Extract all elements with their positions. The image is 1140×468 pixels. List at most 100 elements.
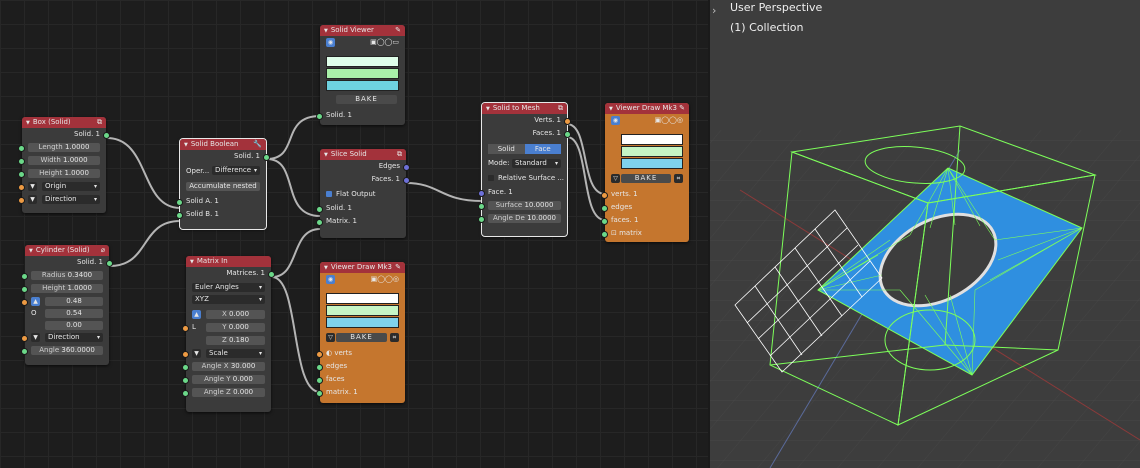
operation-dropdown[interactable]: Difference <box>212 166 260 175</box>
input-socket[interactable] <box>316 219 323 226</box>
relative-surface-checkbox[interactable] <box>488 175 494 181</box>
up-icon[interactable]: ▲ <box>31 296 40 306</box>
input-socket[interactable] <box>182 364 189 371</box>
rotation-order-dropdown[interactable]: XYZ <box>192 295 265 304</box>
node-header[interactable]: ▼ Slice Solid ⧉ <box>320 149 406 160</box>
angle-y-field[interactable]: Angle Y 0.000 <box>192 375 265 384</box>
input-socket[interactable] <box>316 390 323 397</box>
location-y-field[interactable]: Y 0.000 <box>206 323 265 332</box>
node-header[interactable]: ▼ Cylinder (Solid) ⌀ <box>25 245 109 256</box>
angle-x-field[interactable]: Angle X 30.000 <box>192 362 265 371</box>
node-cylinder-solid[interactable]: ▼ Cylinder (Solid) ⌀ Solid. 1 Radius 0.340… <box>21 245 113 365</box>
node-header[interactable]: ▼ Viewer Draw Mk3 ✎ <box>320 262 405 273</box>
location-z-field[interactable]: Z 0.180 <box>206 336 265 345</box>
angle-z-field[interactable]: Angle Z 0.000 <box>192 388 265 397</box>
input-socket[interactable] <box>182 377 189 384</box>
mode-dropdown[interactable]: Standard <box>512 159 561 168</box>
vertex-color-swatch[interactable] <box>326 56 399 67</box>
input-socket[interactable] <box>601 218 608 225</box>
display-mode-icons[interactable]: ▣◯◯◎ <box>655 114 683 127</box>
output-socket[interactable] <box>564 118 571 125</box>
face-color-swatch[interactable] <box>326 317 399 328</box>
eye-icon[interactable]: ◉ <box>611 115 620 125</box>
input-socket[interactable] <box>18 184 25 191</box>
display-mode-icons[interactable]: ▣◯◯◎ <box>371 273 399 286</box>
down-icon[interactable]: ▼ <box>28 181 37 191</box>
output-socket[interactable] <box>103 132 110 139</box>
input-socket[interactable] <box>21 299 28 306</box>
bake-button[interactable]: BAKE <box>621 174 671 183</box>
input-socket[interactable] <box>21 273 28 280</box>
triangle-icon[interactable]: ▽ <box>326 333 335 342</box>
node-editor[interactable]: ▼ Box (Solid) ⧉ Solid. 1 Length 1.0000 Wid… <box>0 0 710 468</box>
vertex-color-swatch[interactable] <box>621 134 683 145</box>
input-socket[interactable] <box>18 171 25 178</box>
node-header[interactable]: ▼ Matrix In <box>186 256 271 267</box>
vector-z-field[interactable]: 0.00 <box>45 321 103 330</box>
node-matrix-in[interactable]: ▼Matrix In Matrices. 1 Euler Angles XYZ … <box>182 256 275 412</box>
input-socket[interactable] <box>478 190 485 197</box>
down-icon[interactable]: ▼ <box>192 348 201 358</box>
height-field[interactable]: Height 1.0000 <box>31 284 103 293</box>
output-socket[interactable] <box>403 177 410 184</box>
face-mode-tab[interactable]: Face <box>524 144 561 154</box>
node-header[interactable]: ▼ Solid to Mesh ⧉ <box>482 103 567 114</box>
origin-dropdown[interactable]: Origin <box>42 182 100 191</box>
display-mode-icons[interactable]: ▣◯◯▭ <box>370 36 399 49</box>
input-socket[interactable] <box>478 203 485 210</box>
flat-output-checkbox[interactable] <box>326 191 332 197</box>
node-viewer-draw-right[interactable]: ▼ Viewer Draw Mk3 ✎ ◉ ▣◯◯◎ BAKE ▽ ⌗ verts. … <box>601 103 689 242</box>
input-socket[interactable] <box>18 197 25 204</box>
frame-icon[interactable]: ⌗ <box>390 333 399 342</box>
input-socket[interactable] <box>601 192 608 199</box>
output-socket[interactable] <box>403 164 410 171</box>
edge-color-swatch[interactable] <box>621 146 683 157</box>
input-socket[interactable] <box>316 113 323 120</box>
frame-icon[interactable]: ⌗ <box>674 174 683 183</box>
input-socket[interactable] <box>316 351 323 358</box>
input-socket[interactable] <box>316 377 323 384</box>
output-socket[interactable] <box>106 260 113 267</box>
input-socket[interactable] <box>18 158 25 165</box>
face-color-swatch[interactable] <box>326 80 399 91</box>
output-socket[interactable] <box>564 131 571 138</box>
vector-y-field[interactable]: 0.54 <box>45 309 103 318</box>
location-x-field[interactable]: X 0.000 <box>206 310 265 319</box>
input-socket[interactable] <box>21 286 28 293</box>
3d-viewport[interactable]: › User Perspective (1) Collection <box>710 0 1140 468</box>
node-box-solid[interactable]: ▼ Box (Solid) ⧉ Solid. 1 Length 1.0000 Wid… <box>18 117 110 213</box>
input-socket[interactable] <box>176 212 183 219</box>
down-icon[interactable]: ▼ <box>31 332 40 342</box>
input-socket[interactable] <box>18 145 25 152</box>
eye-icon[interactable]: ◉ <box>326 37 335 47</box>
edge-color-swatch[interactable] <box>326 305 399 316</box>
solid-mode-tab[interactable]: Solid <box>488 144 525 154</box>
node-viewer-draw-bottom[interactable]: ▼ Viewer Draw Mk3 ✎ ◉ ▣◯◯◎ BAKE ▽ ⌗ ◐ verts… <box>316 262 405 403</box>
input-socket[interactable] <box>21 335 28 342</box>
input-socket[interactable] <box>182 351 189 358</box>
output-socket[interactable] <box>268 271 275 278</box>
face-color-swatch[interactable] <box>621 158 683 169</box>
edge-color-swatch[interactable] <box>326 68 399 79</box>
node-solid-boolean[interactable]: ▼ Solid Boolean 🔧 Solid. 1 Oper... Differen… <box>176 138 270 230</box>
node-solid-to-mesh[interactable]: ▼ Solid to Mesh ⧉ Verts. 1 Faces. 1 Solid F… <box>478 102 571 237</box>
height-field[interactable]: Height 1.0000 <box>28 169 100 178</box>
node-header[interactable]: ▼ Solid Viewer ✎ <box>320 25 405 36</box>
input-socket[interactable] <box>601 205 608 212</box>
angle-deviation-field[interactable]: Angle De 10.0000 <box>488 214 561 223</box>
triangle-icon[interactable]: ▽ <box>611 174 620 183</box>
node-solid-viewer[interactable]: ▼ Solid Viewer ✎ ◉ ▣◯◯▭ BAKE Solid. 1 <box>316 25 405 125</box>
output-socket[interactable] <box>263 154 270 161</box>
input-socket[interactable] <box>182 390 189 397</box>
node-header[interactable]: ▼ Box (Solid) ⧉ <box>22 117 106 128</box>
bake-button[interactable]: BAKE <box>336 95 397 104</box>
input-socket[interactable] <box>316 364 323 371</box>
scale-dropdown[interactable]: Scale <box>206 349 265 358</box>
eye-icon[interactable]: ◉ <box>326 274 335 284</box>
input-socket[interactable] <box>182 325 189 332</box>
angle-field[interactable]: Angle 360.0000 <box>31 346 103 355</box>
input-socket[interactable] <box>478 216 485 223</box>
width-field[interactable]: Width 1.0000 <box>28 156 100 165</box>
length-field[interactable]: Length 1.0000 <box>28 143 100 152</box>
vector-x-field[interactable]: 0.48 <box>45 297 103 306</box>
